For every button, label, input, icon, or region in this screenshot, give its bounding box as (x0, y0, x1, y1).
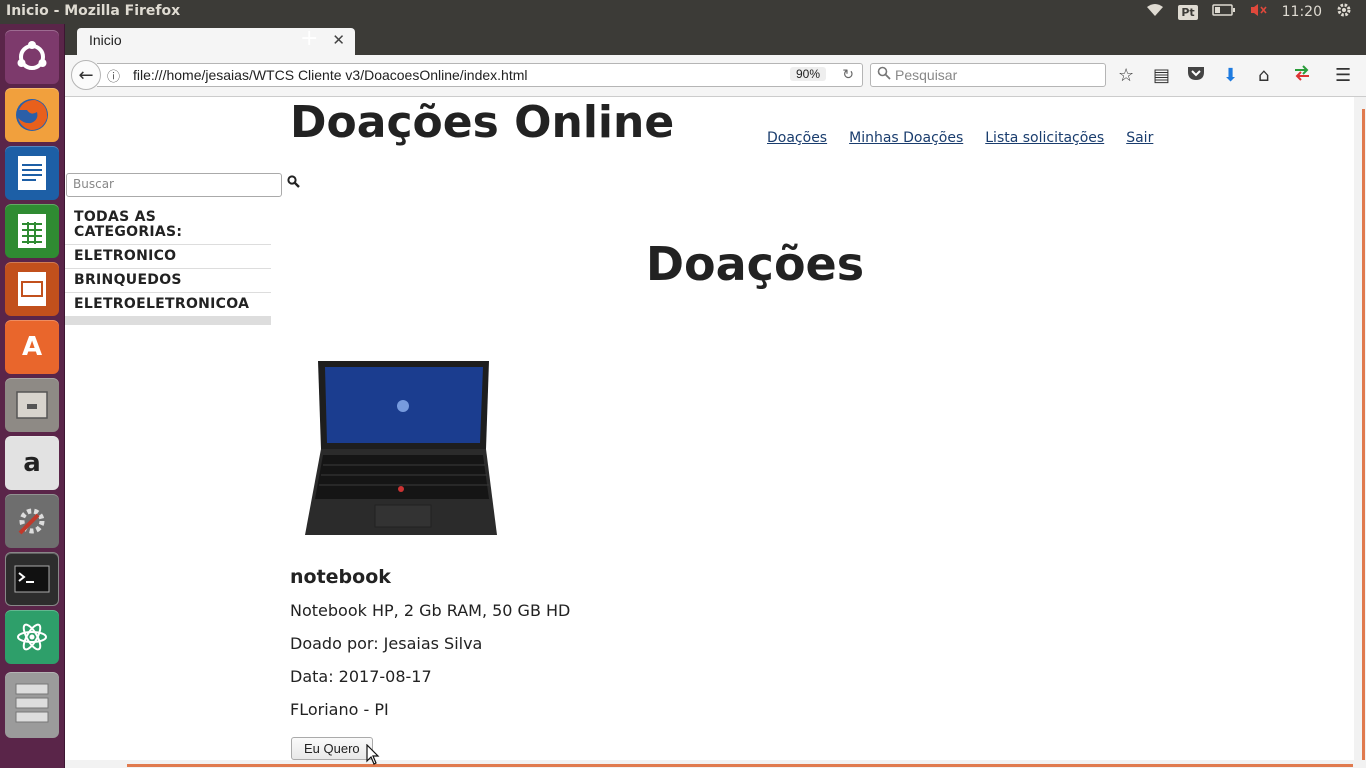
product-donor: Doado por: Jesaias Silva (290, 634, 483, 653)
tab-title: Inicio (89, 32, 122, 48)
firefox-icon[interactable] (5, 88, 59, 142)
navigation-toolbar: ⓘ file:///home/jesaias/WTCS Cliente v3/D… (65, 55, 1366, 97)
page-heading: Doações (645, 237, 865, 291)
files-icon[interactable] (5, 378, 59, 432)
ubuntu-dash-icon[interactable] (5, 30, 59, 84)
pocket-icon[interactable] (1187, 65, 1205, 86)
search-placeholder: Pesquisar (895, 67, 958, 83)
product-date: Data: 2017-08-17 (290, 667, 432, 686)
libreoffice-impress-icon[interactable] (5, 262, 59, 316)
page-content: Doações Online Doações Minhas Doações Li… (65, 97, 1354, 760)
search-input[interactable]: Buscar (66, 173, 282, 197)
libreoffice-writer-icon[interactable] (5, 146, 59, 200)
terminal-icon[interactable] (5, 552, 59, 606)
back-arrow-icon: ← (78, 64, 94, 86)
back-button[interactable]: ← (71, 60, 101, 90)
system-tray: Pt 11:20 (1146, 0, 1366, 24)
home-icon[interactable]: ⌂ (1258, 65, 1269, 86)
tab-bar: Inicio ✕ + (65, 24, 1366, 55)
nav-link-doacoes[interactable]: Doações (767, 130, 827, 146)
reading-list-icon[interactable]: ▤ (1153, 65, 1170, 86)
product-title: notebook (290, 566, 391, 588)
search-icon (877, 66, 891, 83)
amazon-icon[interactable]: a (5, 436, 59, 490)
close-tab-icon[interactable]: ✕ (332, 31, 345, 49)
sync-arrows-icon[interactable] (1293, 65, 1311, 86)
hamburger-menu-icon[interactable]: ☰ (1335, 65, 1351, 86)
search-bar[interactable]: Pesquisar (870, 63, 1106, 87)
downloads-icon[interactable]: ⬇ (1223, 65, 1238, 86)
system-settings-icon[interactable] (5, 494, 59, 548)
power-gear-icon[interactable] (1336, 2, 1352, 22)
category-item[interactable]: ELETROELETRONICOA (65, 293, 271, 316)
category-menu-footer (65, 316, 271, 325)
nav-link-minhas-doacoes[interactable]: Minhas Doações (849, 130, 963, 146)
scroll-accent (1362, 109, 1365, 760)
url-bar[interactable]: ⓘ file:///home/jesaias/WTCS Cliente v3/D… (97, 63, 863, 87)
product-description: Notebook HP, 2 Gb RAM, 50 GB HD (290, 601, 571, 620)
keyboard-layout-indicator[interactable]: Pt (1178, 4, 1198, 20)
zoom-indicator[interactable]: 90% (789, 67, 826, 81)
search-button-icon[interactable] (287, 175, 300, 192)
top-panel: Inicio - Mozilla Firefox Pt 11:20 (0, 0, 1366, 24)
volume-muted-icon[interactable] (1250, 3, 1268, 21)
scroll-accent (127, 764, 1353, 767)
libreoffice-calc-icon[interactable] (5, 204, 59, 258)
unity-launcher: A a (0, 24, 65, 768)
wifi-icon[interactable] (1146, 3, 1164, 21)
ubuntu-software-icon[interactable]: A (5, 320, 59, 374)
nav-link-sair[interactable]: Sair (1126, 130, 1153, 146)
top-nav: Doações Minhas Doações Lista solicitaçõe… (767, 130, 1153, 146)
reload-icon[interactable]: ↻ (842, 66, 854, 83)
bookmark-star-icon[interactable]: ☆ (1118, 65, 1134, 86)
eu-quero-button[interactable]: Eu Quero (291, 737, 373, 760)
product-location: FLoriano - PI (290, 700, 389, 719)
url-text: file:///home/jesaias/WTCS Cliente v3/Doa… (133, 67, 528, 83)
disk-stack-icon[interactable] (5, 672, 59, 738)
site-info-icon[interactable]: ⓘ (107, 66, 120, 85)
horizontal-scrollbar[interactable] (65, 760, 1366, 768)
product-image[interactable] (303, 359, 499, 539)
new-tab-icon[interactable]: + (300, 26, 318, 51)
window-title: Inicio - Mozilla Firefox (6, 3, 181, 19)
site-title: Doações Online (290, 97, 675, 148)
battery-icon[interactable] (1211, 4, 1236, 20)
vertical-scrollbar[interactable] (1354, 97, 1366, 760)
atom-icon[interactable] (5, 610, 59, 664)
mouse-cursor-icon (366, 743, 380, 768)
nav-link-lista-solicitacoes[interactable]: Lista solicitações (985, 130, 1104, 146)
clock[interactable]: 11:20 (1282, 4, 1322, 20)
